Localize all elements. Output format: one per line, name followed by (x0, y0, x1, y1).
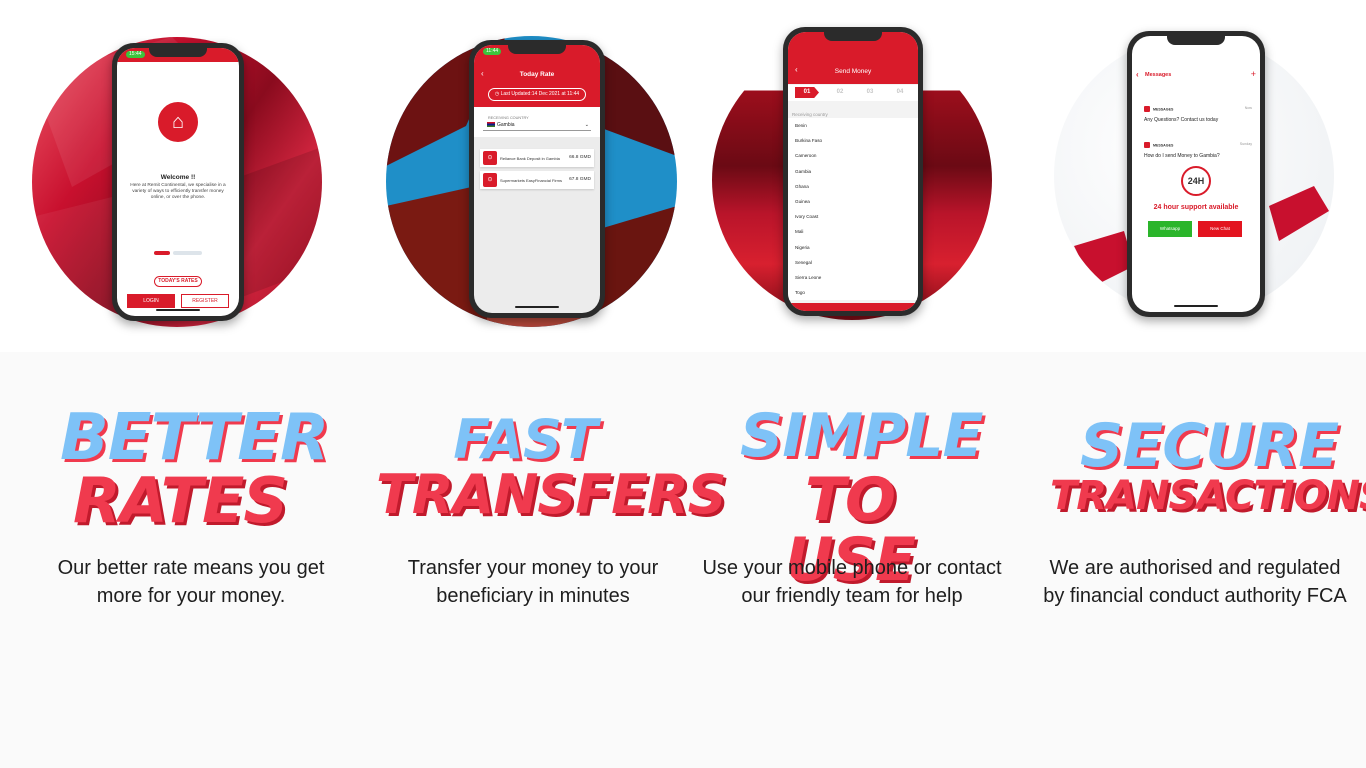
step-4: 04 (896, 89, 904, 95)
list-item[interactable]: Burkina Faso (788, 133, 918, 149)
clock-24h-icon: 24H (1181, 166, 1211, 196)
phone-send-money: ‹ Send Money 01 02 03 04 Receiving count… (783, 27, 923, 316)
new-chat-button[interactable]: New Chat (1198, 221, 1242, 237)
messages-title: Messages (1145, 72, 1172, 78)
register-button[interactable]: REGISTER (181, 294, 229, 308)
list-item[interactable]: Guinea (788, 193, 918, 210)
feature-1-line1: BETTER (60, 401, 329, 475)
step-1: 01 (795, 87, 819, 98)
list-item[interactable]: Ghana (788, 178, 918, 194)
welcome-text: Here at Remit Continental, we specialise… (130, 183, 226, 200)
message-tag: MESSAGES (1153, 143, 1174, 148)
feature-2-line1: FAST (453, 408, 597, 471)
receiving-country-placeholder: Receiving country (792, 112, 828, 117)
message-body: How do I send Money to Gambia? (1144, 153, 1220, 160)
feature-2-desc-line2: beneficiary in minutes (436, 585, 630, 607)
message-icon (1144, 106, 1150, 112)
bank-icon: ⊙ (483, 151, 497, 165)
feature-1-desc: Our better rate means you get more for y… (26, 554, 356, 610)
feature-1-line2: RATES (72, 464, 288, 537)
message-body: Any Questions? Contact us today (1144, 117, 1219, 124)
receiving-country-label: RECEIVING COUNTRY (488, 116, 529, 120)
phone-messages: ‹ Messages + MESSAGES Now Any Questions?… (1127, 31, 1265, 317)
status-time: 15:44 (126, 51, 145, 58)
feature-3-desc: Use your mobile phone or contact our fri… (687, 554, 1017, 610)
send-money-title: Send Money (834, 68, 872, 75)
step-2: 02 (836, 89, 844, 95)
country-value: Gambia (497, 122, 515, 128)
whatsapp-button[interactable]: Whatsapp (1148, 221, 1192, 237)
welcome-screen: 15:44 ⌂ Welcome !! Here at Remit Contine… (117, 48, 239, 316)
feature-3-line1: SIMPLE (740, 401, 983, 471)
country-list: Benin Burkina Faso Cameroon Gambia Ghana… (788, 118, 918, 301)
message-item[interactable]: MESSAGES Now Any Questions? Contact us t… (1144, 106, 1252, 123)
message-icon (1144, 142, 1150, 148)
feature-4-line1: SECURE (1080, 411, 1339, 481)
feature-3-desc-line1: Use your mobile phone or contact (702, 557, 1002, 579)
last-updated-text: Last Updated:14 Dec 2021 at 11:44 (500, 91, 580, 97)
home-icon: ⌂ (156, 100, 200, 144)
feature-2-line2: TRANSFERS (376, 463, 727, 526)
rate-header: 11:44 ‹ Today Rate ◷ Last Updated:14 Dec… (474, 45, 600, 107)
support-text: 24 hour support available (1153, 204, 1239, 211)
feature-2-desc: Transfer your money to your beneficiary … (368, 554, 698, 610)
message-item[interactable]: MESSAGES Sunday How do I send Money to G… (1144, 142, 1252, 159)
last-updated: ◷ Last Updated:14 Dec 2021 at 11:44 (488, 88, 586, 101)
feature-4-desc: We are authorised and regulated by finan… (1030, 554, 1360, 610)
rate-name: Reliance Bank Deposit in Gambia (500, 156, 560, 161)
plus-icon[interactable]: + (1251, 69, 1256, 79)
panel-send-money: ‹ Send Money 01 02 03 04 Receiving count… (682, 0, 1023, 352)
rate-value: 66.8 GMD (569, 155, 591, 160)
message-tag: MESSAGES (1153, 107, 1174, 112)
rate-name: Supermarkets EasyFinancial Firms (500, 178, 563, 183)
onboarding-dots (154, 251, 202, 255)
rate-row[interactable]: ⊙ Supermarkets EasyFinancial Firms 67.8 … (480, 171, 594, 189)
step-indicator: 01 02 03 04 (788, 85, 918, 101)
message-date: Now (1244, 106, 1252, 110)
list-item[interactable]: Cameroon (788, 148, 918, 164)
rate-value: 67.8 GMD (569, 177, 591, 182)
panel-welcome: 15:44 ⌂ Welcome !! Here at Remit Contine… (0, 0, 341, 352)
feature-2-desc-line1: Transfer your money to your (407, 557, 659, 579)
page: 15:44 ⌂ Welcome !! Here at Remit Contine… (0, 0, 1366, 768)
feature-4-desc-line1: We are authorised and regulated (1049, 557, 1341, 579)
phone-welcome: 15:44 ⌂ Welcome !! Here at Remit Contine… (112, 43, 244, 321)
welcome-title: Welcome !! (160, 174, 196, 181)
feature-1-desc-line1: Our better rate means you get (57, 557, 325, 579)
step-3: 03 (866, 89, 874, 95)
today-rate-screen: 11:44 ‹ Today Rate ◷ Last Updated:14 Dec… (474, 45, 600, 313)
gambia-flag-icon (487, 122, 495, 128)
message-date: Sunday (1239, 142, 1252, 146)
feature-1-desc-line2: more for your money. (96, 585, 286, 607)
send-money-screen: ‹ Send Money 01 02 03 04 Receiving count… (788, 32, 918, 311)
messages-screen: ‹ Messages + MESSAGES Now Any Questions?… (1132, 36, 1260, 312)
todays-rates-button[interactable]: TODAY'S RATES (154, 276, 202, 287)
feature-3-desc-line2: our friendly team for help (741, 585, 963, 607)
list-item[interactable]: Ivory Coast (788, 209, 918, 225)
feature-4-desc-line2: by financial conduct authority FCA (1043, 585, 1347, 607)
phone-today-rate: 11:44 ‹ Today Rate ◷ Last Updated:14 Dec… (469, 40, 605, 318)
panel-today-rate: 11:44 ‹ Today Rate ◷ Last Updated:14 Dec… (341, 0, 682, 352)
list-item[interactable]: Nigeria (788, 239, 918, 255)
list-item[interactable]: Mali (788, 224, 918, 240)
list-item[interactable]: Togo (788, 285, 918, 301)
rate-title: Today Rate (519, 71, 555, 78)
chevron-down-icon: ⌄ (584, 122, 589, 128)
panel-messages: ‹ Messages + MESSAGES Now Any Questions?… (1023, 0, 1364, 352)
receiving-country-select[interactable]: Gambia ⌄ (483, 122, 591, 131)
list-item[interactable]: Benin (788, 118, 918, 134)
list-item[interactable]: Gambia (788, 163, 918, 179)
feature-4-line2: TRANSACTIONS (1050, 473, 1366, 519)
list-item[interactable]: Sierra Leone (788, 269, 918, 286)
status-time: 11:44 (483, 48, 502, 55)
list-item[interactable]: Senegal (788, 254, 918, 270)
bank-icon: ⊙ (483, 173, 497, 187)
login-button[interactable]: LOGIN (127, 294, 175, 308)
rate-row[interactable]: ⊙ Reliance Bank Deposit in Gambia 66.8 G… (480, 149, 594, 167)
back-arrow-icon[interactable]: ‹ (1136, 70, 1139, 79)
